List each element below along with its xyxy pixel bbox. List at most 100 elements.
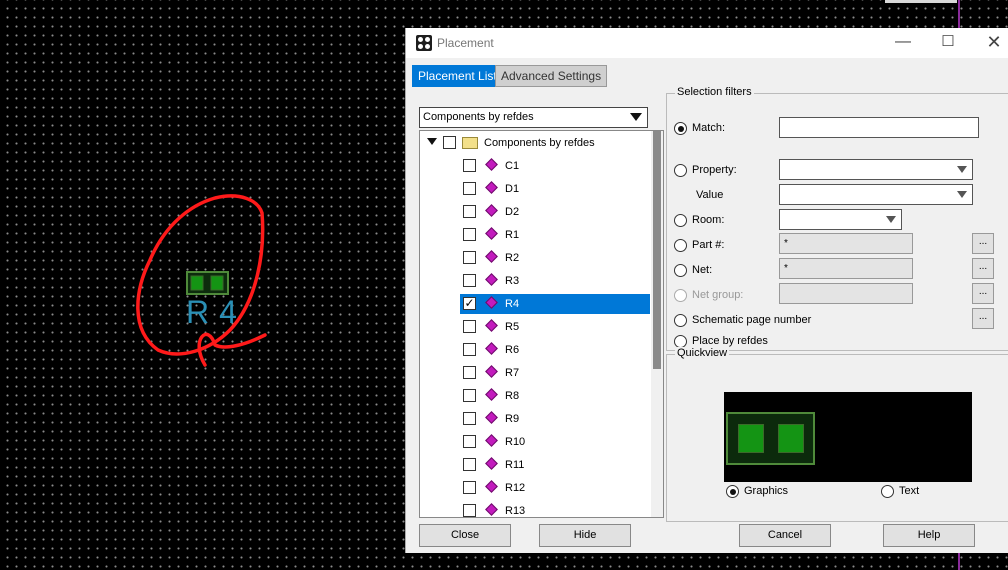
tab-advanced-settings[interactable]: Advanced Settings xyxy=(495,65,608,87)
part-input[interactable]: * xyxy=(779,233,913,254)
tree-item-label: R7 xyxy=(505,367,520,379)
net-radio[interactable] xyxy=(674,264,687,277)
tree-item-label: R12 xyxy=(505,482,526,494)
titlebar: Placement — ☐ ✕ xyxy=(406,28,1008,58)
tree-item-r9[interactable]: R9 xyxy=(460,409,650,429)
cancel-button[interactable]: Cancel xyxy=(739,524,831,547)
list-mode-select[interactable]: Components by refdes xyxy=(419,107,648,128)
component-icon xyxy=(485,434,498,447)
tree-item-label: R9 xyxy=(505,413,520,425)
tree-scrollbar[interactable] xyxy=(651,131,663,517)
tab-placement-list[interactable]: Placement List xyxy=(412,65,503,87)
minimize-icon[interactable]: — xyxy=(881,28,925,58)
tree-item-r8[interactable]: R8 xyxy=(460,386,650,406)
netgroup-radio[interactable] xyxy=(674,289,687,302)
room-label: Room: xyxy=(692,214,725,226)
schematic-label: Schematic page number xyxy=(692,314,812,326)
tree-item-label: R2 xyxy=(505,252,520,264)
chevron-down-icon xyxy=(630,113,642,121)
tree-item-r6[interactable]: R6 xyxy=(460,340,650,360)
tree-item-r7[interactable]: R7 xyxy=(460,363,650,383)
netgroup-browse-button[interactable]: ... xyxy=(972,283,994,304)
tree-item-d2[interactable]: D2 xyxy=(460,202,650,222)
tree-item-c1[interactable]: C1 xyxy=(460,156,650,176)
tree-item-r3[interactable]: R3 xyxy=(460,271,650,291)
root-checkbox[interactable] xyxy=(443,136,456,149)
item-checkbox[interactable] xyxy=(463,251,476,264)
item-checkbox[interactable] xyxy=(463,205,476,218)
match-input[interactable] xyxy=(779,117,979,138)
tree-item-r12[interactable]: R12 xyxy=(460,478,650,498)
tree-item-r11[interactable]: R11 xyxy=(460,455,650,475)
tree-root-label: Components by refdes xyxy=(484,137,595,149)
item-checkbox[interactable] xyxy=(463,435,476,448)
part-label: Part #: xyxy=(692,239,725,251)
item-checkbox[interactable] xyxy=(463,504,476,517)
component-icon xyxy=(485,250,498,263)
pad-1 xyxy=(190,275,204,291)
item-checkbox[interactable] xyxy=(463,228,476,241)
tree-item-r1[interactable]: R1 xyxy=(460,225,650,245)
netgroup-input[interactable] xyxy=(779,283,913,304)
tree-root[interactable]: Components by refdes xyxy=(420,133,650,153)
item-checkbox[interactable] xyxy=(463,320,476,333)
item-checkbox[interactable] xyxy=(463,159,476,172)
tree-item-r2[interactable]: R2 xyxy=(460,248,650,268)
item-checkbox[interactable] xyxy=(463,366,476,379)
place-refdes-label: Place by refdes xyxy=(692,335,768,347)
quickview-preview xyxy=(724,392,972,482)
component-icon xyxy=(485,480,498,493)
preview-component-outline xyxy=(726,412,815,465)
component-icon xyxy=(485,273,498,286)
close-icon[interactable]: ✕ xyxy=(972,28,1008,58)
tree-item-r4[interactable]: R4 xyxy=(460,294,650,314)
net-label: Net: xyxy=(692,264,713,276)
component-icon xyxy=(485,296,498,309)
schematic-browse-button[interactable]: ... xyxy=(972,308,994,329)
tree-item-r5[interactable]: R5 xyxy=(460,317,650,337)
value-select[interactable] xyxy=(779,184,973,205)
room-select[interactable] xyxy=(779,209,902,230)
item-checkbox[interactable] xyxy=(463,343,476,356)
match-radio[interactable] xyxy=(674,122,687,135)
item-checkbox[interactable] xyxy=(463,297,476,310)
text-radio[interactable] xyxy=(881,485,894,498)
scrollbar-thumb[interactable] xyxy=(653,131,661,369)
preview-pad-1 xyxy=(738,424,764,453)
net-input[interactable]: * xyxy=(779,258,913,279)
placement-dialog: Placement — ☐ ✕ Placement List Advanced … xyxy=(405,28,1008,553)
part-radio[interactable] xyxy=(674,239,687,252)
component-icon xyxy=(485,319,498,332)
close-button[interactable]: Close xyxy=(419,524,511,547)
net-browse-button[interactable]: ... xyxy=(972,258,994,279)
property-select[interactable] xyxy=(779,159,973,180)
item-checkbox[interactable] xyxy=(463,274,476,287)
netgroup-label: Net group: xyxy=(692,289,744,301)
item-checkbox[interactable] xyxy=(463,458,476,471)
help-button[interactable]: Help xyxy=(883,524,975,547)
tree-item-label: D1 xyxy=(505,183,520,195)
expand-arrow-icon[interactable] xyxy=(427,138,437,145)
chevron-down-icon xyxy=(957,191,967,198)
tree-item-r13[interactable]: R13 xyxy=(460,501,650,517)
pad-2 xyxy=(210,275,224,291)
item-checkbox[interactable] xyxy=(463,182,476,195)
item-checkbox[interactable] xyxy=(463,389,476,402)
tree-item-label: R11 xyxy=(505,459,525,471)
property-radio[interactable] xyxy=(674,164,687,177)
item-checkbox[interactable] xyxy=(463,412,476,425)
schematic-radio[interactable] xyxy=(674,314,687,327)
item-checkbox[interactable] xyxy=(463,481,476,494)
graphics-radio[interactable] xyxy=(726,485,739,498)
component-icon xyxy=(485,204,498,217)
maximize-icon[interactable]: ☐ xyxy=(926,28,970,58)
hide-button[interactable]: Hide xyxy=(539,524,631,547)
tree-item-r10[interactable]: R10 xyxy=(460,432,650,452)
chevron-down-icon xyxy=(886,216,896,223)
component-tree[interactable]: Components by refdes C1 D1 D2 R1 R2 R3 R4 R5 R6 R… xyxy=(419,130,664,518)
match-label: Match: xyxy=(692,122,726,134)
tree-item-d1[interactable]: D1 xyxy=(460,179,650,199)
room-radio[interactable] xyxy=(674,214,687,227)
preview-pad-2 xyxy=(778,424,804,453)
part-browse-button[interactable]: ... xyxy=(972,233,994,254)
